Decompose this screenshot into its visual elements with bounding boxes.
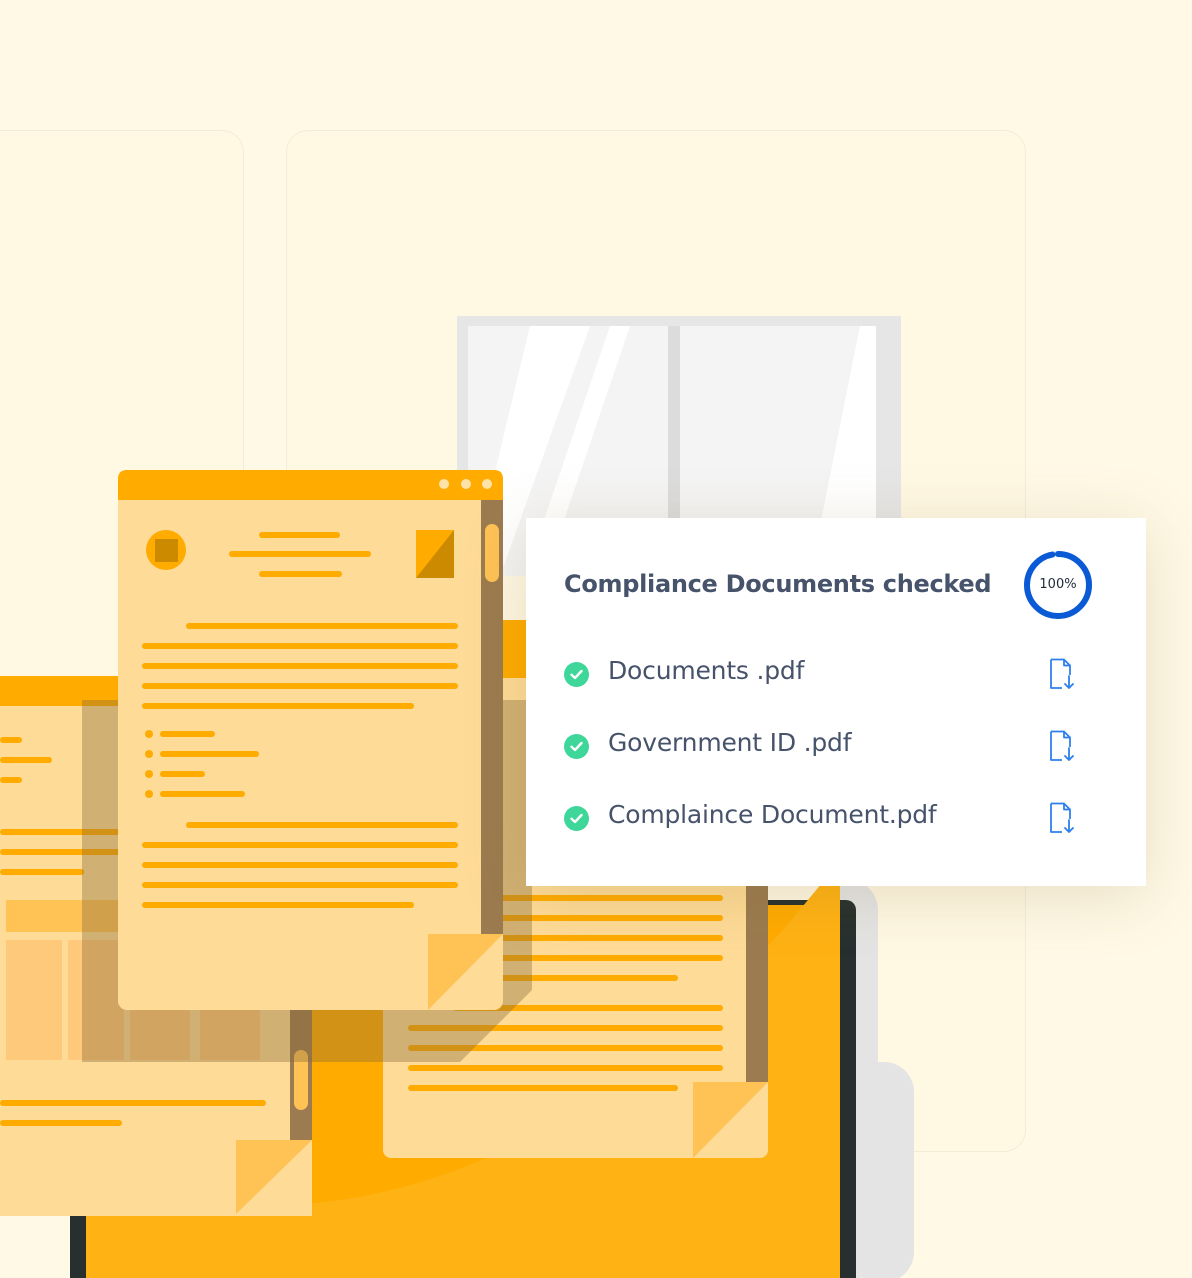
check-circle-icon	[564, 806, 589, 831]
check-circle-icon	[564, 734, 589, 759]
document-name: Documents .pdf	[608, 656, 805, 685]
card-title: Compliance Documents checked	[564, 570, 992, 598]
progress-label: 100%	[1039, 577, 1077, 592]
file-download-icon[interactable]	[1049, 658, 1075, 690]
document-item: Complaince Document.pdf	[564, 782, 1084, 854]
document-name: Government ID .pdf	[608, 728, 852, 757]
document-item: Documents .pdf	[564, 638, 1084, 710]
file-download-icon[interactable]	[1049, 802, 1075, 834]
progress-ring: 100%	[1022, 549, 1094, 621]
document-name: Complaince Document.pdf	[608, 800, 937, 829]
document-list: Documents .pdf Government ID .pdf Compla…	[564, 638, 1084, 854]
file-download-icon[interactable]	[1049, 730, 1075, 762]
compliance-card: Compliance Documents checked 100% Docume…	[526, 518, 1146, 886]
document-item: Government ID .pdf	[564, 710, 1084, 782]
check-circle-icon	[564, 662, 589, 687]
